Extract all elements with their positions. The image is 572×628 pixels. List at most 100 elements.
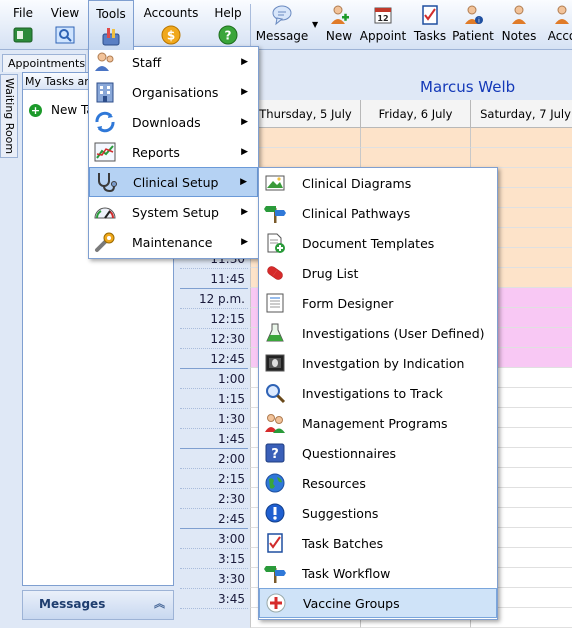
- file-menu[interactable]: File: [6, 0, 40, 50]
- tools-item-organisations[interactable]: Organisations ▶: [89, 77, 258, 107]
- add-icon: +: [29, 103, 42, 117]
- diagram-picture-icon: [265, 175, 285, 191]
- tasks-button[interactable]: Tasks: [412, 4, 448, 48]
- accounts-person-icon: [555, 5, 569, 24]
- clinical-item-clinical-pathways[interactable]: Clinical Pathways: [259, 198, 497, 228]
- clinical-item-vaccine-groups[interactable]: Vaccine Groups: [259, 588, 497, 618]
- appointment-slot[interactable]: [250, 128, 360, 148]
- building-icon: [96, 82, 114, 103]
- appointment-slot[interactable]: [470, 148, 572, 168]
- day-header[interactable]: Friday, 6 July: [360, 100, 470, 128]
- appointments-tab[interactable]: Appointments: [2, 54, 86, 72]
- svg-text:$: $: [167, 29, 175, 43]
- clinical-item-task-workflow[interactable]: Task Workflow: [259, 558, 497, 588]
- group-icon: [265, 414, 285, 433]
- time-slot-label: 12 p.m.: [180, 288, 248, 308]
- globe-icon: [265, 473, 285, 493]
- new-task-button[interactable]: + New Ta: [29, 102, 94, 118]
- notes-button[interactable]: Notes: [500, 4, 538, 48]
- clinical-item-resources[interactable]: Resources: [259, 468, 497, 498]
- tools-item-staff[interactable]: Staff ▶: [89, 47, 258, 77]
- signpost-icon: [264, 206, 286, 223]
- appoint-button[interactable]: 12 Appoint: [358, 4, 408, 48]
- gauge-icon: [94, 207, 116, 219]
- day-header[interactable]: Saturday, 7 July: [470, 100, 572, 128]
- appointment-slot[interactable]: [470, 128, 572, 148]
- tools-item-clinical-setup[interactable]: Clinical Setup ▶: [89, 167, 258, 197]
- message-dropdown-arrow[interactable]: ▼: [312, 20, 318, 29]
- workflow-signpost-icon: [264, 566, 286, 583]
- submenu-arrow-icon: ▶: [241, 207, 248, 217]
- calendar-icon: 12: [374, 7, 392, 24]
- xray-icon: [265, 354, 285, 372]
- speech-bubble-icon: [272, 5, 292, 26]
- clinical-item-document-templates[interactable]: Document Templates: [259, 228, 497, 258]
- clinical-item-management-programs[interactable]: Management Programs: [259, 408, 497, 438]
- time-slot-label: 1:00: [180, 368, 248, 388]
- submenu-arrow-icon: ▶: [240, 177, 247, 187]
- calendar-user-name: Marcus Welb: [420, 78, 516, 96]
- tools-dropdown-menu: Staff ▶ Organisations ▶ Downloads ▶ Repo…: [88, 46, 259, 259]
- view-menu[interactable]: View: [46, 0, 84, 50]
- dollar-icon: $: [161, 25, 181, 45]
- time-slot-label: 2:15: [180, 468, 248, 488]
- accounts-menu[interactable]: Accounts $: [140, 0, 202, 50]
- patient-button[interactable]: i Patient: [452, 4, 494, 48]
- toolbar-separator: [250, 4, 251, 46]
- clinical-item-task-batches[interactable]: Task Batches: [259, 528, 497, 558]
- new-button[interactable]: New: [322, 4, 356, 48]
- document-add-icon: [267, 233, 285, 253]
- clinical-item-clinical-diagrams[interactable]: Clinical Diagrams: [259, 168, 497, 198]
- appointment-slot[interactable]: [250, 148, 360, 168]
- waiting-room-tab[interactable]: Waiting Room: [0, 74, 18, 158]
- info-icon: [265, 503, 285, 523]
- time-slot-label: 3:00: [180, 528, 248, 548]
- submenu-arrow-icon: ▶: [241, 147, 248, 157]
- time-slot-label: 3:30: [180, 568, 248, 588]
- stethoscope-icon: [98, 173, 117, 193]
- download-refresh-icon: [95, 111, 115, 133]
- clinical-item-drug-list[interactable]: Drug List: [259, 258, 497, 288]
- clinical-item-form-designer[interactable]: Form Designer: [259, 288, 497, 318]
- pill-icon: [267, 266, 283, 280]
- clinical-item-investigations-to-track[interactable]: Investigations to Track: [259, 378, 497, 408]
- question-icon: ?: [265, 443, 285, 463]
- tools-menu-button[interactable]: Tools: [88, 0, 134, 50]
- submenu-arrow-icon: ▶: [241, 117, 248, 127]
- medical-kit-icon: [266, 593, 286, 613]
- tools-item-system-setup[interactable]: System Setup ▶: [89, 197, 258, 227]
- help-menu[interactable]: Help ?: [210, 0, 246, 50]
- time-slot-label: 12:15: [180, 308, 248, 328]
- accounts-toolbar-button[interactable]: Acco: [542, 4, 572, 48]
- message-button[interactable]: Message: [256, 4, 308, 48]
- time-slot-label: 2:00: [180, 448, 248, 468]
- clinical-item-investigation-by-indication[interactable]: Investgation by Indication: [259, 348, 497, 378]
- day-header[interactable]: Thursday, 5 July: [250, 100, 360, 128]
- svg-text:?: ?: [271, 447, 279, 462]
- wrench-icon: [95, 232, 115, 252]
- messages-panel-header[interactable]: Messages ︽: [22, 590, 174, 620]
- notes-person-icon: [512, 5, 526, 24]
- time-slot-label: 12:45: [180, 348, 248, 368]
- menubar: File View Tools Accounts $ Help ? Messag…: [0, 0, 572, 50]
- time-slot-label: 2:30: [180, 488, 248, 508]
- staff-icon: [95, 52, 114, 71]
- appointment-slot[interactable]: [360, 128, 470, 148]
- appointment-slot[interactable]: [360, 148, 470, 168]
- submenu-arrow-icon: ▶: [241, 87, 248, 97]
- help-icon: ?: [218, 25, 238, 45]
- tools-item-maintenance[interactable]: Maintenance ▶: [89, 227, 258, 257]
- time-slot-label: 3:45: [180, 588, 248, 608]
- time-slot-label: 2:45: [180, 508, 248, 528]
- tools-item-downloads[interactable]: Downloads ▶: [89, 107, 258, 137]
- new-person-icon: [331, 5, 349, 24]
- tasks-icon: [422, 5, 438, 25]
- clinical-item-questionnaires[interactable]: ? Questionnaires: [259, 438, 497, 468]
- clinical-item-investigations-user-defined[interactable]: Investigations (User Defined): [259, 318, 497, 348]
- clinical-setup-submenu: Clinical Diagrams Clinical Pathways Docu…: [258, 167, 498, 620]
- tools-item-reports[interactable]: Reports ▶: [89, 137, 258, 167]
- clinical-item-suggestions[interactable]: Suggestions: [259, 498, 497, 528]
- patient-icon: i: [465, 5, 483, 25]
- time-slot-label: 1:15: [180, 388, 248, 408]
- collapse-chevron-icon[interactable]: ︽: [154, 591, 165, 617]
